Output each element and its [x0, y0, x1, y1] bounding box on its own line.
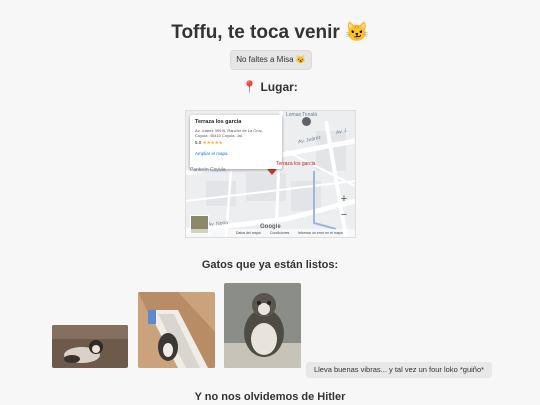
zoom-in-button[interactable]: +	[339, 193, 349, 205]
street-label: Panteón Coyula	[190, 167, 226, 173]
cat-photo-3	[224, 283, 301, 368]
map-info-card: Terraza los garcia Av. Juárez 399 B, Ran…	[190, 115, 282, 169]
rating-stars-icon: ★★★★★	[202, 140, 223, 145]
misa-button[interactable]: No faltes a Misa 😼	[230, 50, 312, 70]
cat-photo-1	[52, 325, 128, 368]
report-error-link[interactable]: Informar un error en el mapa	[298, 231, 343, 235]
zoom-out-button[interactable]: −	[339, 209, 349, 221]
map-data-label[interactable]: Datos del mapa	[236, 231, 261, 235]
map-embed[interactable]: Terraza los garcia Av. Juárez 399 B, Ran…	[185, 110, 356, 238]
enlarge-map-link[interactable]: Ampliar el mapa	[195, 151, 277, 156]
terms-link[interactable]: Condiciones	[270, 231, 289, 235]
page-title: Toffu, te toca venir 😼	[171, 22, 369, 43]
bottom-heading: Y no nos olvidemos de Hitler	[194, 391, 346, 403]
map-footer: Datos del mapa Condiciones Informar un e…	[186, 229, 355, 237]
pin-label: Terraza los garcia	[276, 161, 316, 167]
cat-photo-2	[138, 292, 215, 368]
place-address: Av. Juárez 399 B, Rancho de La Cruz, Coy…	[195, 128, 263, 138]
vibes-message: Lleva buenas vibras... y tal vez un four…	[306, 362, 492, 378]
recenter-icon[interactable]	[302, 117, 311, 126]
place-rating: 5.0 ★★★★★	[195, 140, 277, 146]
street-label: Lomas Tonalá	[286, 112, 318, 118]
cats-heading: Gatos que ya están listos:	[201, 259, 339, 271]
place-heading: 📍 Lugar:	[242, 80, 298, 94]
place-name: Terraza los garcia	[195, 119, 242, 125]
rating-value: 5.0	[195, 140, 202, 145]
